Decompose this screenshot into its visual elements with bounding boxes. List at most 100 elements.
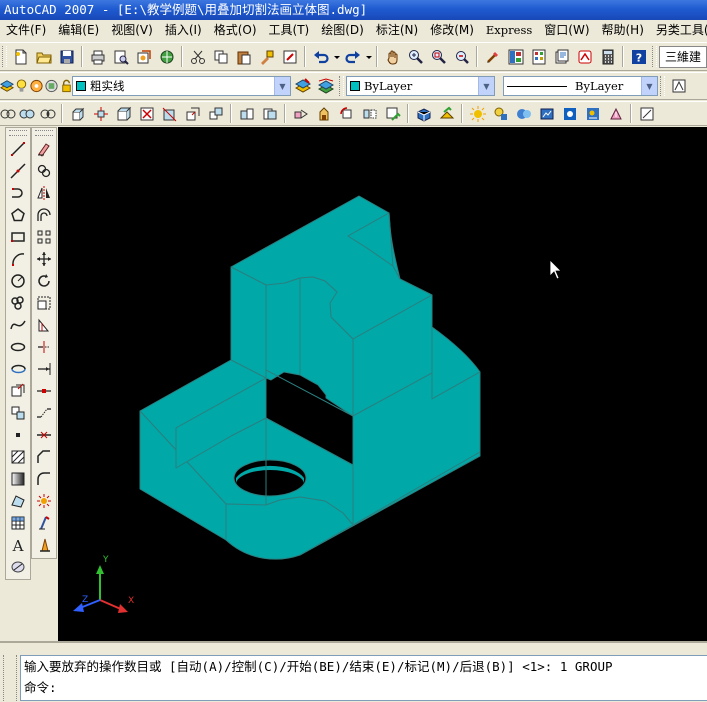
polygon-icon[interactable] [6,204,30,226]
join-icon[interactable] [32,424,56,446]
workspace-select[interactable]: 三維建模 [659,45,707,70]
chevron-down-icon[interactable]: ▼ [641,77,657,95]
undo-dropdown-icon[interactable] [332,46,341,68]
interfere-icon[interactable] [204,103,227,125]
menu-format[interactable]: 格式(O) [208,20,263,41]
undo-icon[interactable] [309,46,332,68]
layer-manager-icon[interactable] [0,75,14,97]
region-icon[interactable] [6,490,30,512]
multiline-text-icon[interactable]: A [6,534,30,556]
menu-window[interactable]: 窗口(W) [538,20,595,41]
ellipse-icon[interactable] [6,336,30,358]
rectangle-icon[interactable] [6,226,30,248]
menu-edit[interactable]: 编辑(E) [52,20,105,41]
command-prompt[interactable]: 命令: [21,677,707,698]
match-properties-icon[interactable] [255,46,278,68]
polyline-icon[interactable] [6,182,30,204]
mapping-icon[interactable] [604,103,627,125]
menu-express[interactable]: Express [480,20,538,41]
revolve-icon[interactable] [181,103,204,125]
layer-viewport-icon[interactable] [44,75,59,97]
mirror-icon[interactable] [32,182,56,204]
table-icon[interactable] [6,512,30,534]
insert-block-icon[interactable] [6,380,30,402]
block-editor-icon[interactable] [278,46,301,68]
toolbar-grip[interactable] [35,130,53,136]
sun-properties-icon[interactable] [466,103,489,125]
redo-icon[interactable] [341,46,364,68]
new-icon[interactable] [9,46,32,68]
3d-mirror-icon[interactable] [358,103,381,125]
layer-on-icon[interactable] [14,75,29,97]
properties-icon[interactable] [481,46,504,68]
rotate-icon[interactable] [32,270,56,292]
text-style-icon[interactable] [32,512,56,534]
command-line-grip[interactable] [3,655,17,701]
calculator-icon[interactable] [596,46,619,68]
linetype-select[interactable]: ByLayer ▼ [503,76,658,96]
line-icon[interactable] [6,138,30,160]
command-history[interactable]: 输入要放弃的操作数目或 [自动(A)/控制(C)/开始(BE)/结束(E)/标记… [20,655,707,701]
lights-icon[interactable] [489,103,512,125]
plot-preview-icon[interactable] [109,46,132,68]
3d-rotate-icon[interactable] [335,103,358,125]
chevron-down-icon[interactable]: ▼ [274,77,290,95]
chevron-down-icon[interactable]: ▼ [478,77,494,95]
render-icon[interactable] [535,103,558,125]
open-icon[interactable] [32,46,55,68]
chamfer-icon[interactable] [32,446,56,468]
menu-tools[interactable]: 工具(T) [263,20,316,41]
circle-icon[interactable] [6,270,30,292]
menu-help[interactable]: 帮助(H) [596,20,650,41]
subtract-icon[interactable] [135,103,158,125]
3d-array-icon[interactable] [312,103,335,125]
scale-icon[interactable] [32,292,56,314]
3d-align-icon[interactable] [289,103,312,125]
box-icon[interactable] [0,103,16,125]
move-icon[interactable] [32,248,56,270]
point-icon[interactable] [6,424,30,446]
extend-icon[interactable] [32,358,56,380]
drawing-area[interactable]: Y X Z [58,127,707,641]
stretch-icon[interactable] [32,314,56,336]
make-object-layer-current-icon[interactable] [291,75,314,97]
toolbar-grip[interactable] [2,45,7,68]
layer-previous-icon[interactable] [314,75,337,97]
save-icon[interactable] [55,46,78,68]
copy-icon[interactable] [209,46,232,68]
sphere-icon[interactable] [16,103,37,125]
toolbar-grip[interactable] [652,45,657,68]
offset-icon[interactable] [32,204,56,226]
slice-icon[interactable] [158,103,181,125]
break-at-point-icon[interactable] [32,380,56,402]
publish-icon[interactable] [132,46,155,68]
menu-file[interactable]: 文件(F) [0,20,52,41]
print-icon[interactable] [86,46,109,68]
menu-extra-tools[interactable]: 另类工具(F) [650,20,707,41]
help-icon[interactable]: ? [627,46,650,68]
advanced-render-settings-icon[interactable] [581,103,604,125]
explode-icon[interactable] [32,490,56,512]
menu-insert[interactable]: 插入(I) [159,20,208,41]
make-block-icon[interactable] [6,402,30,424]
array-icon[interactable] [32,226,56,248]
copy-object-icon[interactable] [32,160,56,182]
fillet-icon[interactable] [32,468,56,490]
3d-orbit-icon[interactable] [381,103,404,125]
zoom-window-icon[interactable] [427,46,450,68]
toolbar-grip[interactable] [660,75,665,97]
menu-draw[interactable]: 绘图(D) [315,20,370,41]
trim-icon[interactable] [32,336,56,358]
wedge-icon[interactable] [112,103,135,125]
paste-icon[interactable] [232,46,255,68]
3d-dwf-icon[interactable] [155,46,178,68]
layer-select[interactable]: 粗实线 ▼ [72,76,291,96]
design-center-icon[interactable] [504,46,527,68]
intersect-icon[interactable] [258,103,281,125]
menu-dimension[interactable]: 标注(N) [370,20,424,41]
hide-icon[interactable] [435,103,458,125]
materials-icon[interactable] [512,103,535,125]
toolbar-grip[interactable] [339,75,344,97]
ellipse-arc-icon[interactable] [6,358,30,380]
revision-cloud-icon[interactable] [6,292,30,314]
